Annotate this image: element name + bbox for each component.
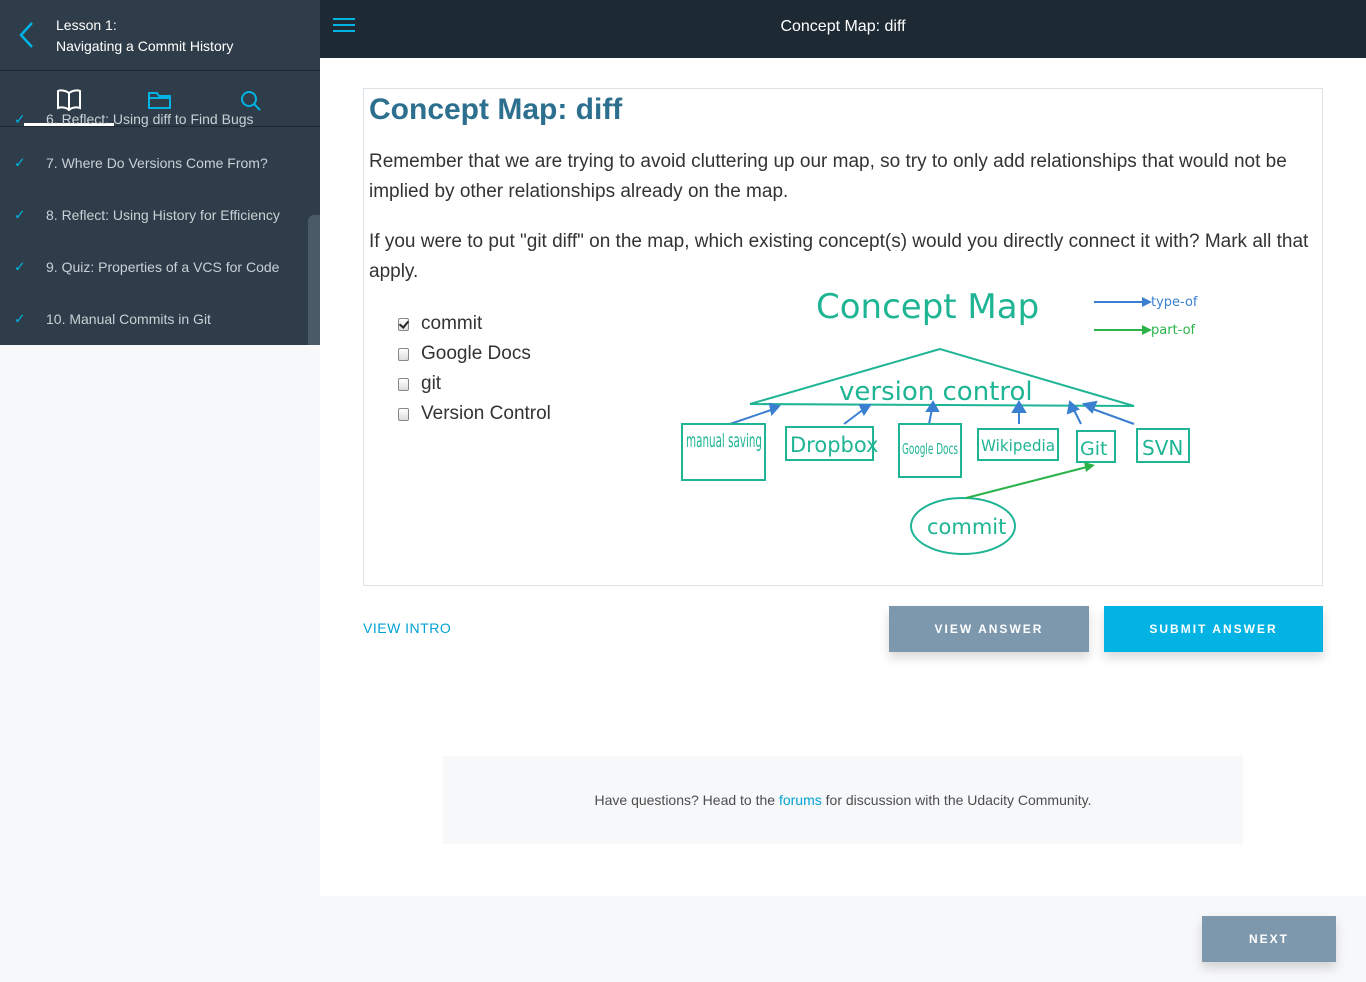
forums-link[interactable]: forums: [779, 792, 822, 808]
option-version-control[interactable]: Version Control: [398, 399, 551, 429]
search-icon[interactable]: [238, 89, 264, 111]
node-google-docs: Google Docs: [902, 440, 958, 458]
check-icon: ✓: [14, 206, 26, 223]
list-item-label: 8. Reflect: Using History for Efficiency: [46, 207, 280, 223]
map-title: Concept Map: [816, 287, 1039, 327]
forum-suffix: for discussion with the Udacity Communit…: [821, 792, 1092, 808]
checkbox[interactable]: [398, 407, 409, 421]
root-node-label: version control: [839, 377, 1033, 407]
option-label: Google Docs: [421, 343, 531, 364]
option-label: Version Control: [421, 403, 551, 424]
forum-prefix: Have questions? Head to the: [594, 792, 779, 808]
view-answer-button[interactable]: VIEW ANSWER: [889, 606, 1089, 652]
list-item-label: 6. Reflect: Using diff to Find Bugs: [46, 113, 254, 127]
check-icon: ✓: [14, 310, 26, 327]
node-wikipedia: Wikipedia: [981, 436, 1055, 455]
book-icon[interactable]: [56, 89, 82, 112]
checkbox[interactable]: [398, 317, 409, 331]
forum-banner: Have questions? Head to the forums for d…: [443, 756, 1243, 844]
legend-part-of: part-of: [1151, 323, 1196, 338]
lesson-number: Lesson 1:: [56, 17, 117, 33]
option-git[interactable]: git: [398, 369, 551, 399]
lesson-title: Lesson 1: Navigating a Commit History: [56, 15, 233, 57]
option-google-docs[interactable]: Google Docs: [398, 339, 551, 369]
lesson-name: Navigating a Commit History: [56, 38, 234, 54]
back-chevron-icon[interactable]: [16, 20, 40, 50]
list-item-label: 10. Manual Commits in Git: [46, 311, 211, 327]
list-item[interactable]: ✓ 7. Where Do Versions Come From?: [0, 137, 308, 189]
quiz-question: If you were to put "git diff" on the map…: [369, 231, 1309, 282]
node-dropbox: Dropbox: [790, 433, 878, 457]
node-git: Git: [1080, 438, 1107, 460]
submit-answer-button[interactable]: SUBMIT ANSWER: [1104, 606, 1323, 652]
quiz-panel: Concept Map: diff Remember that we are t…: [363, 88, 1323, 586]
main-content: Concept Map: diff Remember that we are t…: [320, 58, 1366, 896]
legend-type-of: type-of: [1151, 295, 1198, 310]
sidebar: Lesson 1: Navigating a Commit History ✓ …: [0, 0, 320, 345]
concept-map-image: Concept Map type-of part-of version cont…: [681, 287, 1198, 555]
list-item[interactable]: ✓ 9. Quiz: Properties of a VCS for Code: [0, 241, 308, 293]
page-title: Concept Map: diff: [780, 18, 906, 35]
check-icon: ✓: [14, 113, 26, 127]
lesson-list: ✓ 6. Reflect: Using diff to Find Bugs ✓ …: [0, 113, 308, 345]
top-bar: Concept Map: diff: [320, 0, 1366, 58]
list-item[interactable]: ✓ 8. Reflect: Using History for Efficien…: [0, 189, 308, 241]
checkbox[interactable]: [398, 377, 409, 391]
next-button[interactable]: NEXT: [1202, 916, 1336, 962]
list-item[interactable]: ✓ 6. Reflect: Using diff to Find Bugs: [0, 113, 308, 137]
node-commit: commit: [927, 515, 1006, 539]
answer-options: commit Google Docs git Version Control: [398, 309, 551, 429]
checkbox[interactable]: [398, 347, 409, 361]
app-root: Lesson 1: Navigating a Commit History ✓ …: [0, 0, 1366, 982]
sidebar-scrollbar[interactable]: [308, 215, 320, 345]
folder-icon[interactable]: [147, 89, 173, 111]
view-intro-link[interactable]: VIEW INTRO: [363, 620, 451, 636]
check-icon: ✓: [14, 258, 26, 275]
option-commit[interactable]: commit: [398, 309, 551, 339]
option-label: commit: [421, 313, 483, 334]
option-label: git: [421, 373, 442, 394]
list-item-label: 9. Quiz: Properties of a VCS for Code: [46, 259, 280, 275]
quiz-instructions: Remember that we are trying to avoid clu…: [369, 151, 1287, 202]
node-svn: SVN: [1142, 436, 1183, 460]
node-manual-saving: manual saving: [686, 430, 762, 452]
check-icon: ✓: [14, 154, 26, 171]
list-item-label: 7. Where Do Versions Come From?: [46, 155, 268, 171]
quiz-title: Concept Map: diff: [369, 93, 623, 126]
list-item[interactable]: ✓ 10. Manual Commits in Git: [0, 293, 308, 345]
sidebar-header: Lesson 1: Navigating a Commit History: [0, 0, 320, 71]
